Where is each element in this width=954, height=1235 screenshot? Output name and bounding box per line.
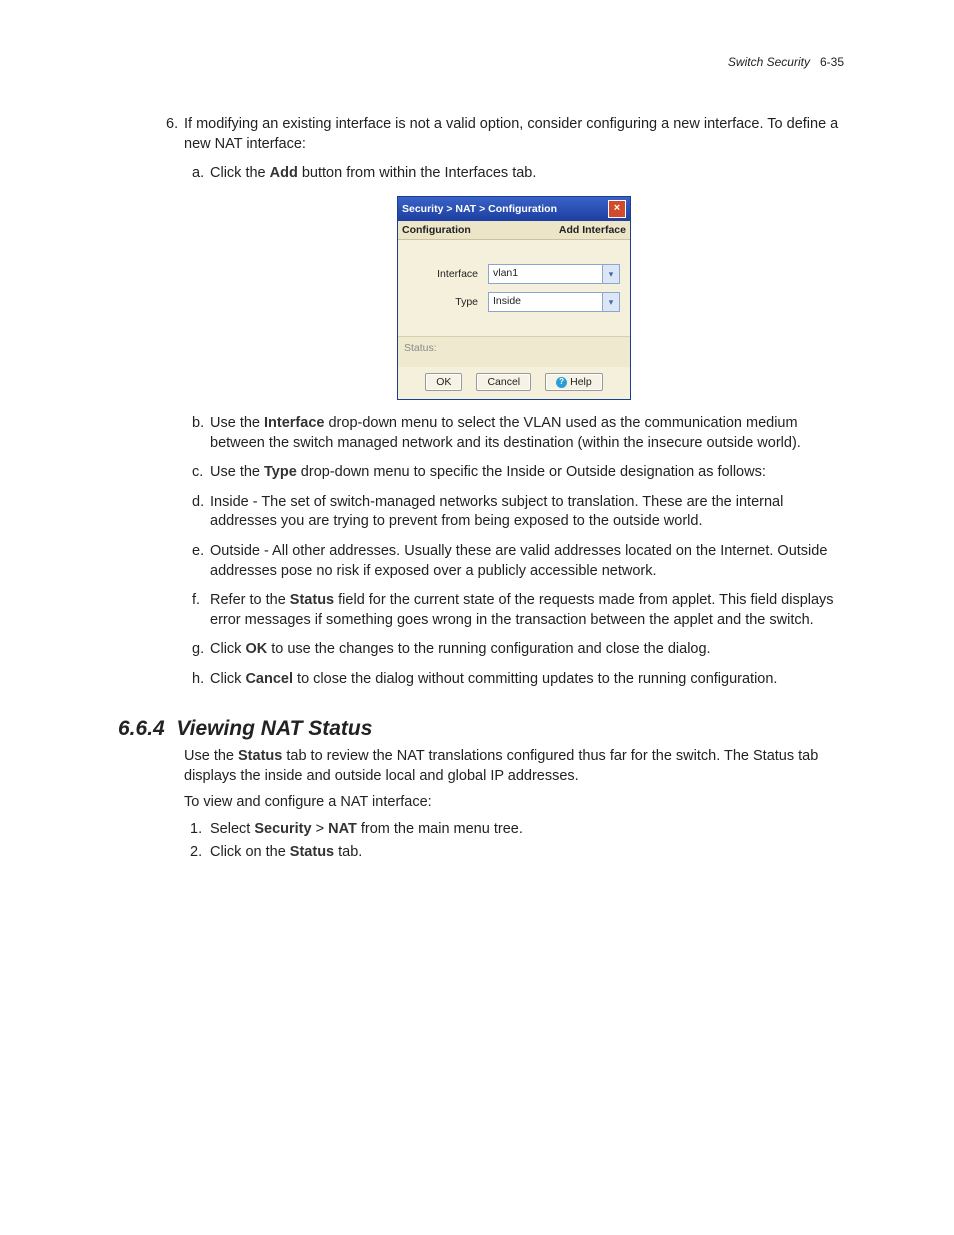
type-label: Type xyxy=(408,295,488,309)
status-bold: Status xyxy=(290,844,334,860)
type-bold: Type xyxy=(264,464,297,480)
sub-letter: f. xyxy=(192,591,200,611)
nat-bold: NAT xyxy=(328,821,357,837)
page-number: 6-35 xyxy=(820,55,844,69)
status-field: Status: xyxy=(398,336,630,367)
status-bold: Status xyxy=(238,748,282,764)
interface-label: Interface xyxy=(408,267,488,281)
interface-bold: Interface xyxy=(264,415,324,431)
type-dropdown[interactable]: Inside ▾ xyxy=(488,292,620,312)
interface-value: vlan1 xyxy=(489,265,602,283)
intro-paragraph-2: To view and configure a NAT interface: xyxy=(184,793,844,813)
sub-letter: h. xyxy=(192,670,204,690)
dialog-title: Security > NAT > Configuration xyxy=(402,202,557,216)
substep-e: e. Outside - All other addresses. Usuall… xyxy=(210,542,844,581)
step-text: If modifying an existing interface is no… xyxy=(184,116,838,152)
add-interface-dialog: Security > NAT > Configuration × Configu… xyxy=(397,196,631,401)
step-1: 1. Select Security > NAT from the main m… xyxy=(210,818,844,841)
dialog-subheader: Configuration Add Interface xyxy=(398,221,630,240)
section-heading: 6.6.4 Viewing NAT Status xyxy=(118,717,844,741)
help-icon: ? xyxy=(556,377,567,388)
chevron-down-icon[interactable]: ▾ xyxy=(602,293,619,311)
security-bold: Security xyxy=(254,821,311,837)
sub-letter: e. xyxy=(192,542,204,562)
substep-a: a. Click the Add button from within the … xyxy=(210,164,844,184)
cancel-bold: Cancel xyxy=(245,671,293,687)
substep-c: c. Use the Type drop-down menu to specif… xyxy=(210,463,844,483)
substep-f: f. Refer to the Status field for the cur… xyxy=(210,591,844,630)
close-icon[interactable]: × xyxy=(608,200,626,218)
sub-letter: b. xyxy=(192,414,204,434)
step-2: 2. Click on the Status tab. xyxy=(210,841,844,864)
interface-dropdown[interactable]: vlan1 ▾ xyxy=(488,264,620,284)
dialog-figure: Security > NAT > Configuration × Configu… xyxy=(184,196,844,401)
type-value: Inside xyxy=(489,293,602,311)
substep-d: d. Inside - The set of switch-managed ne… xyxy=(210,493,844,532)
dialog-title-bar: Security > NAT > Configuration × xyxy=(398,197,630,221)
substep-b: b. Use the Interface drop-down menu to s… xyxy=(210,414,844,453)
sub-letter: g. xyxy=(192,640,204,660)
cancel-button[interactable]: Cancel xyxy=(476,373,531,391)
row-interface: Interface vlan1 ▾ xyxy=(408,264,620,284)
substep-g: g. Click OK to use the changes to the ru… xyxy=(210,640,844,660)
status-bold: Status xyxy=(290,592,334,608)
section-title: Viewing NAT Status xyxy=(176,717,372,740)
page-header: Switch Security 6-35 xyxy=(728,55,844,69)
step-number: 6. xyxy=(166,115,178,135)
substep-h: h. Click Cancel to close the dialog with… xyxy=(210,670,844,690)
step-number: 2. xyxy=(190,841,202,864)
ok-bold: OK xyxy=(245,641,267,657)
add-bold: Add xyxy=(270,165,298,181)
sub-letter: a. xyxy=(192,164,204,184)
chapter-name: Switch Security xyxy=(728,55,810,69)
step-number: 1. xyxy=(190,818,202,841)
subheader-left: Configuration xyxy=(402,223,471,237)
row-type: Type Inside ▾ xyxy=(408,292,620,312)
help-button[interactable]: ? Help xyxy=(545,373,603,391)
sub-letter: d. xyxy=(192,493,204,513)
section-number: 6.6.4 xyxy=(118,717,165,740)
chevron-down-icon[interactable]: ▾ xyxy=(602,265,619,283)
subheader-right: Add Interface xyxy=(559,223,626,237)
step-6: 6. If modifying an existing interface is… xyxy=(184,115,844,689)
ok-button[interactable]: OK xyxy=(425,373,462,391)
sub-letter: c. xyxy=(192,463,203,483)
dialog-button-row: OK Cancel ? Help xyxy=(398,367,630,399)
intro-paragraph-1: Use the Status tab to review the NAT tra… xyxy=(184,747,844,786)
